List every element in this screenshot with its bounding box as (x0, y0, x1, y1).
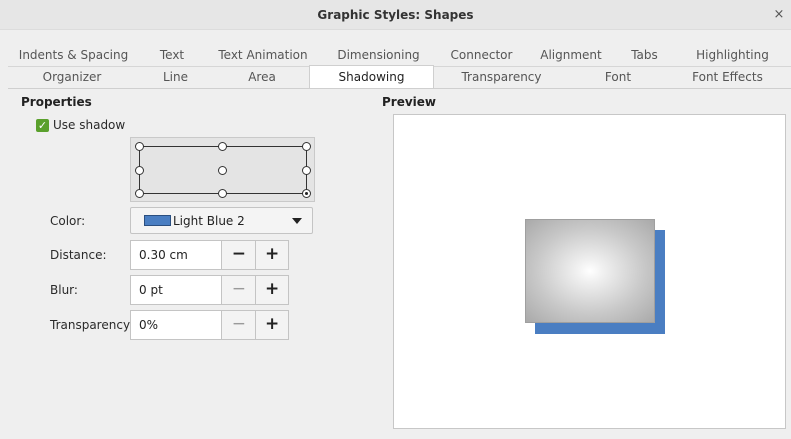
transparency-label: Transparency: (50, 318, 134, 332)
preview-shape (525, 219, 655, 323)
shadow-position-selector[interactable] (130, 137, 315, 202)
position-bottom-center[interactable] (218, 189, 227, 198)
tab-row-2: Organizer Line Area Shadowing Transparen… (8, 65, 791, 89)
title-bar: Graphic Styles: Shapes × (0, 0, 791, 30)
preview-title: Preview (382, 95, 437, 109)
distance-decrease-button[interactable]: − (221, 240, 256, 270)
blur-increase-button[interactable]: + (255, 275, 289, 305)
tab-transparency[interactable]: Transparency (434, 66, 569, 88)
distance-spinbox: 0.30 cm − + (130, 240, 289, 270)
tab-alignment[interactable]: Alignment (527, 44, 615, 66)
blur-input[interactable]: 0 pt (130, 275, 222, 305)
tab-row-1: Indents & Spacing Text Text Animation Di… (8, 44, 791, 66)
chevron-down-icon (292, 218, 302, 224)
use-shadow-checkbox[interactable]: ✓ (36, 118, 49, 132)
position-top-center[interactable] (218, 142, 227, 151)
use-shadow-label: Use shadow (53, 118, 126, 132)
tab-line[interactable]: Line (136, 66, 215, 88)
position-top-right[interactable] (302, 142, 311, 151)
transparency-decrease-button[interactable]: − (221, 310, 256, 340)
tab-text-animation[interactable]: Text Animation (205, 44, 321, 66)
tab-indents-spacing[interactable]: Indents & Spacing (8, 44, 139, 66)
position-center[interactable] (218, 166, 227, 175)
tab-dimensioning[interactable]: Dimensioning (321, 44, 436, 66)
tab-font[interactable]: Font (569, 66, 667, 88)
distance-input[interactable]: 0.30 cm (130, 240, 222, 270)
blur-decrease-button[interactable]: − (221, 275, 256, 305)
position-top-left[interactable] (135, 142, 144, 151)
tab-shadowing[interactable]: Shadowing (309, 65, 434, 89)
use-shadow-row[interactable]: ✓ Use shadow (36, 118, 125, 132)
color-value: Light Blue 2 (173, 213, 245, 228)
blur-label: Blur: (50, 283, 78, 297)
position-bottom-left[interactable] (135, 189, 144, 198)
blur-spinbox: 0 pt − + (130, 275, 289, 305)
transparency-input[interactable]: 0% (130, 310, 222, 340)
position-middle-left[interactable] (135, 166, 144, 175)
distance-label: Distance: (50, 248, 107, 262)
tab-tabs[interactable]: Tabs (615, 44, 674, 66)
position-middle-right[interactable] (302, 166, 311, 175)
window-title: Graphic Styles: Shapes (317, 7, 474, 22)
tab-highlighting[interactable]: Highlighting (674, 44, 791, 66)
preview-pane (393, 114, 786, 429)
distance-increase-button[interactable]: + (255, 240, 289, 270)
close-icon[interactable]: × (771, 7, 787, 23)
color-dropdown[interactable]: Light Blue 2 (130, 207, 313, 234)
transparency-increase-button[interactable]: + (255, 310, 289, 340)
tab-area[interactable]: Area (215, 66, 309, 88)
position-bottom-right[interactable] (302, 189, 311, 198)
color-label: Color: (50, 214, 86, 228)
tab-font-effects[interactable]: Font Effects (667, 66, 788, 88)
color-swatch (144, 215, 171, 226)
properties-title: Properties (21, 95, 92, 109)
tab-connector[interactable]: Connector (436, 44, 527, 66)
tab-organizer[interactable]: Organizer (8, 66, 136, 88)
transparency-spinbox: 0% − + (130, 310, 289, 340)
tab-text[interactable]: Text (139, 44, 205, 66)
